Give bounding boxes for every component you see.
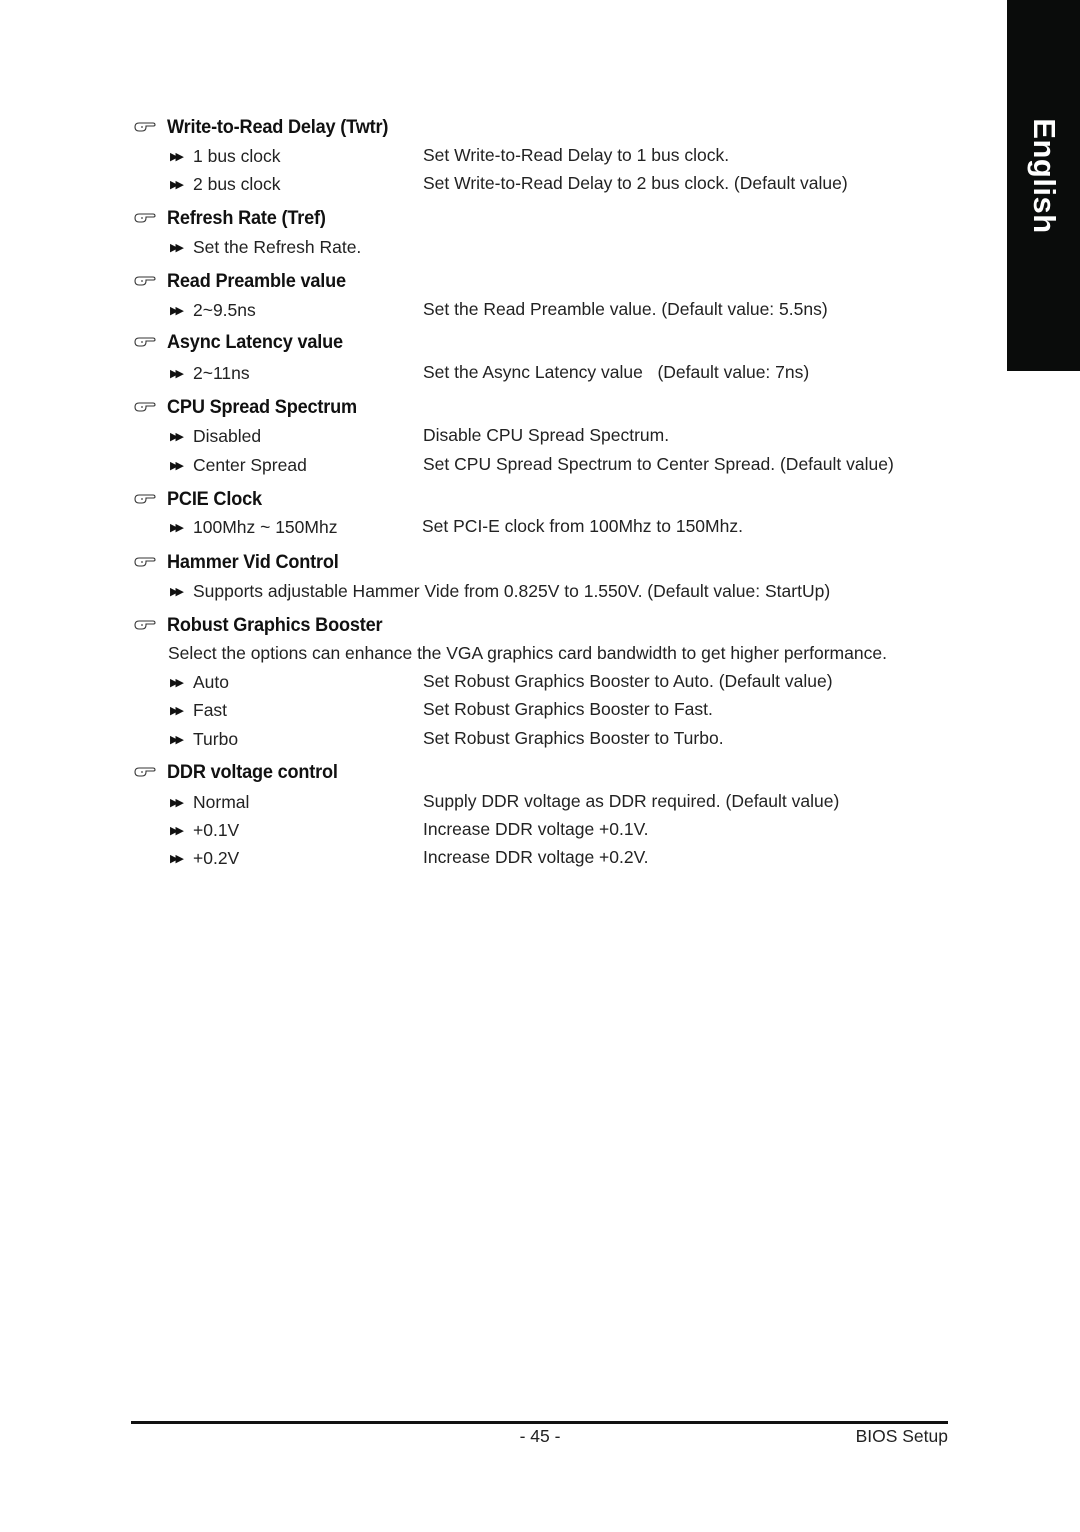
option-item: ▶▶ 2~11ns xyxy=(170,362,250,384)
option-label: 2 bus clock xyxy=(193,173,281,194)
option-description: Set Robust Graphics Booster to Turbo. xyxy=(423,728,724,748)
language-tab-label: English xyxy=(1026,118,1062,234)
option-description: Set Write-to-Read Delay to 2 bus clock. … xyxy=(423,173,848,193)
option-description: Increase DDR voltage +0.1V. xyxy=(423,819,649,839)
pointing-hand-icon xyxy=(134,122,156,132)
option-label: Set the Refresh Rate. xyxy=(193,236,362,257)
section-heading-read-preamble: Read Preamble value xyxy=(134,269,359,293)
option-label: 1 bus clock xyxy=(193,145,281,166)
pointing-hand-icon xyxy=(134,276,156,286)
pointing-hand-icon xyxy=(134,620,156,630)
section-heading-hammer-vid: Hammer Vid Control xyxy=(134,550,352,574)
language-side-tab: English xyxy=(1007,0,1080,371)
footer-divider xyxy=(131,1421,948,1424)
option-item: ▶▶ Set the Refresh Rate. xyxy=(170,236,361,258)
section-heading-async-latency: Async Latency value xyxy=(134,330,356,354)
section-heading-twtr: Write-to-Read Delay (Twtr) xyxy=(134,115,405,139)
pointing-hand-icon xyxy=(134,213,156,223)
option-item: ▶▶ Supports adjustable Hammer Vide from … xyxy=(170,580,830,602)
option-description: Disable CPU Spread Spectrum. xyxy=(423,425,670,445)
option-description: Supply DDR voltage as DDR required. (Def… xyxy=(423,791,840,811)
double-arrow-icon: ▶▶ xyxy=(170,178,184,191)
section-title: Async Latency value xyxy=(167,330,343,353)
pointing-hand-icon xyxy=(134,557,156,567)
pointing-hand-icon xyxy=(134,494,156,504)
section-title: PCIE Clock xyxy=(167,487,262,510)
option-label: +0.2V xyxy=(193,847,240,868)
option-description: Set CPU Spread Spectrum to Center Spread… xyxy=(423,454,894,474)
option-description: Set Write-to-Read Delay to 1 bus clock. xyxy=(423,145,730,165)
option-description: Set Robust Graphics Booster to Auto. (De… xyxy=(423,671,833,691)
section-intro: Select the options can enhance the VGA g… xyxy=(168,643,887,663)
section-title: DDR voltage control xyxy=(167,760,338,783)
option-label: Fast xyxy=(193,699,228,720)
option-item: ▶▶ 2 bus clock xyxy=(170,173,281,195)
section-title: Robust Graphics Booster xyxy=(167,613,383,636)
option-label: Auto xyxy=(193,671,229,692)
double-arrow-icon: ▶▶ xyxy=(170,241,184,254)
option-item: ▶▶ Normal xyxy=(170,791,249,813)
option-label: +0.1V xyxy=(193,819,240,840)
double-arrow-icon: ▶▶ xyxy=(170,367,184,380)
section-heading-cpu-spread-spectrum: CPU Spread Spectrum xyxy=(134,395,371,419)
section-heading-robust-graphics-booster: Robust Graphics Booster xyxy=(134,613,399,637)
section-heading-ddr-voltage: DDR voltage control xyxy=(134,760,351,784)
option-label: 2~9.5ns xyxy=(193,299,256,320)
double-arrow-icon: ▶▶ xyxy=(170,824,184,837)
option-item: ▶▶ 100Mhz ~ 150Mhz xyxy=(170,516,337,538)
double-arrow-icon: ▶▶ xyxy=(170,430,184,443)
section-heading-tref: Refresh Rate (Tref) xyxy=(134,206,338,230)
double-arrow-icon: ▶▶ xyxy=(170,459,184,472)
section-title: Write-to-Read Delay (Twtr) xyxy=(167,115,389,138)
option-item: ▶▶ Center Spread xyxy=(170,454,307,476)
section-title: Hammer Vid Control xyxy=(167,550,339,573)
option-item: ▶▶ 1 bus clock xyxy=(170,145,281,167)
option-item: ▶▶ Fast xyxy=(170,699,227,721)
pointing-hand-icon xyxy=(134,767,156,777)
option-description: Set Robust Graphics Booster to Fast. xyxy=(423,699,713,719)
option-label: Turbo xyxy=(193,728,239,749)
option-description: Increase DDR voltage +0.2V. xyxy=(423,847,649,867)
option-item: ▶▶ 2~9.5ns xyxy=(170,299,256,321)
double-arrow-icon: ▶▶ xyxy=(170,704,184,717)
option-item: ▶▶ Auto xyxy=(170,671,229,693)
option-item: ▶▶ +0.2V xyxy=(170,847,239,869)
double-arrow-icon: ▶▶ xyxy=(170,676,184,689)
option-description: Set the Async Latency value (Default val… xyxy=(423,362,810,382)
page-number: - 45 - xyxy=(519,1426,561,1446)
double-arrow-icon: ▶▶ xyxy=(170,304,184,317)
double-arrow-icon: ▶▶ xyxy=(170,733,184,746)
option-label: 2~11ns xyxy=(193,362,250,383)
option-label: Supports adjustable Hammer Vide from 0.8… xyxy=(193,580,831,601)
double-arrow-icon: ▶▶ xyxy=(170,585,184,598)
option-label: Normal xyxy=(193,791,250,812)
option-label: 100Mhz ~ 150Mhz xyxy=(193,516,338,537)
section-heading-pcie-clock: PCIE Clock xyxy=(134,487,269,511)
option-label: Disabled xyxy=(193,425,262,446)
option-description: Set the Read Preamble value. (Default va… xyxy=(423,299,828,319)
double-arrow-icon: ▶▶ xyxy=(170,150,184,163)
section-title: Read Preamble value xyxy=(167,269,346,292)
option-label: Center Spread xyxy=(193,454,307,475)
section-title: Refresh Rate (Tref) xyxy=(167,206,326,229)
double-arrow-icon: ▶▶ xyxy=(170,521,184,534)
pointing-hand-icon xyxy=(134,337,156,347)
option-item: ▶▶ Disabled xyxy=(170,425,261,447)
double-arrow-icon: ▶▶ xyxy=(170,852,184,865)
option-description: Set PCI-E clock from 100Mhz to 150Mhz. xyxy=(422,516,743,536)
option-item: ▶▶ +0.1V xyxy=(170,819,239,841)
pointing-hand-icon xyxy=(134,402,156,412)
footer-section-title: BIOS Setup xyxy=(855,1426,948,1446)
double-arrow-icon: ▶▶ xyxy=(170,796,184,809)
section-title: CPU Spread Spectrum xyxy=(167,395,357,418)
option-item: ▶▶ Turbo xyxy=(170,728,238,750)
